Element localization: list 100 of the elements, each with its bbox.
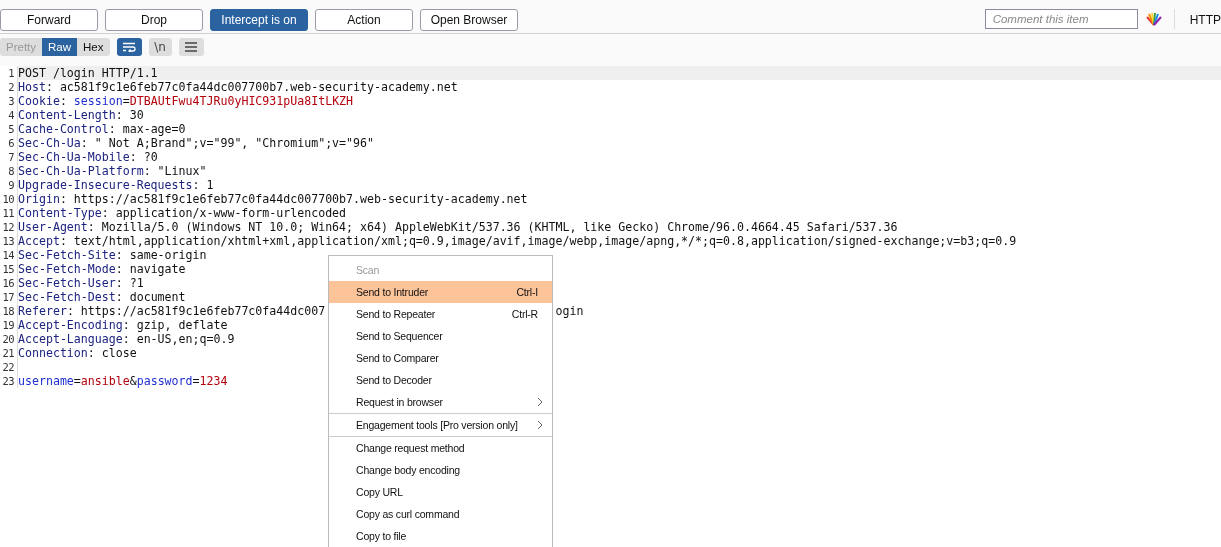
menu-item-label: Scan bbox=[356, 264, 381, 276]
code-text: : application/x-www-form-urlencoded bbox=[101, 206, 347, 220]
menu-item-label: Change body encoding bbox=[356, 464, 461, 476]
menu-item[interactable]: Change body encoding bbox=[329, 459, 552, 481]
menu-item-label: Send to Repeater bbox=[356, 308, 437, 320]
shortcut-text: Ctrl-I bbox=[516, 286, 538, 298]
line-number: 19 bbox=[0, 318, 18, 332]
menu-item[interactable]: Copy as curl command bbox=[329, 503, 552, 525]
menu-item-label: Copy URL bbox=[356, 486, 404, 498]
code-text: : ac581f9c1e6feb77c0fa44dc007700b7.web-security-academy.net bbox=[45, 80, 458, 94]
menu-item-label: Copy as curl command bbox=[356, 508, 461, 520]
view-tab[interactable]: Raw bbox=[42, 37, 78, 56]
header-name: Sec-Fetch-User bbox=[18, 276, 116, 290]
header-name: User-Agent bbox=[18, 220, 88, 234]
menu-item[interactable]: Send to Intruder Ctrl-I bbox=[329, 281, 552, 303]
param-value: 1234 bbox=[199, 374, 228, 388]
menu-button[interactable] bbox=[178, 37, 204, 56]
header-name: Accept bbox=[18, 234, 60, 248]
menu-item[interactable]: Send to Decoder bbox=[329, 369, 552, 391]
toolbar-button[interactable]: Open Browser bbox=[420, 9, 518, 31]
line-number: 18 bbox=[0, 304, 18, 318]
rainbow-fan-icon[interactable] bbox=[1144, 12, 1163, 26]
header-name: Host bbox=[18, 80, 46, 94]
header-name: Sec-Fetch-Mode bbox=[18, 262, 116, 276]
param-value: ansible bbox=[80, 374, 130, 388]
code-text: : https://ac581f9c1e6feb77c0fa44dc007700b7.web-security-academy.net bbox=[59, 192, 528, 206]
menu-item-label: Request in browser bbox=[356, 396, 444, 408]
line-number: 11 bbox=[0, 206, 18, 220]
code-text: ogin bbox=[555, 304, 584, 318]
code-text: : ?0 bbox=[129, 150, 158, 164]
line-number: 14 bbox=[0, 248, 18, 262]
wrap-toggle[interactable] bbox=[116, 37, 142, 56]
line-number: 20 bbox=[0, 332, 18, 346]
code-text: : Mozilla/5.0 (Windows NT 10.0; Win64; x64) AppleWebKit/537.36 (KHTML, like Gecko) Chrome/96.0.4664.45 Safari/537.36 bbox=[87, 220, 898, 234]
code-text: : max-age=0 bbox=[108, 122, 186, 136]
header-name: Upgrade-Insecure-Requests bbox=[18, 178, 193, 192]
header-name: Cache-Control bbox=[18, 122, 109, 136]
line-number: 23 bbox=[0, 374, 18, 388]
header-name: Referer bbox=[18, 304, 67, 318]
code-text: : https://ac581f9c1e6feb77c0fa44dc007 bbox=[66, 304, 326, 318]
code-text: : text/html,application/xhtml+xml,application/xml;q=0.9,image/avif,image/webp,image/apng,*/*;q=0.8,application/signed-exchange;v=b3;q=0.9 bbox=[59, 234, 1017, 248]
menu-item[interactable]: Send to Sequencer bbox=[329, 325, 552, 347]
menu-item[interactable]: Engagement tools [Pro version only] bbox=[329, 414, 552, 436]
param-value: DTBAUtFwu4TJRu0yHIC931pUa8ItLKZH bbox=[129, 94, 354, 108]
line-number: 10 bbox=[0, 192, 18, 206]
menu-item[interactable]: Copy URL bbox=[329, 481, 552, 503]
tab-label[interactable]: HTTP bbox=[1189, 9, 1221, 31]
line-number: 21 bbox=[0, 346, 18, 360]
code-text: : close bbox=[87, 346, 137, 360]
menu-item-label: Engagement tools [Pro version only] bbox=[356, 419, 519, 431]
menu-item-label: Change request method bbox=[356, 442, 466, 454]
menu-item[interactable]: Copy to file bbox=[329, 525, 552, 547]
code-text: & bbox=[129, 374, 137, 388]
menu-item-label: Send to Comparer bbox=[356, 352, 440, 364]
view-tab[interactable]: Hex bbox=[77, 37, 110, 56]
code-text: : 1 bbox=[192, 178, 214, 192]
header-name: Sec-Fetch-Dest bbox=[18, 290, 116, 304]
menu-item[interactable]: Send to Comparer bbox=[329, 347, 552, 369]
header-name: Origin bbox=[18, 192, 60, 206]
code-text: : ?1 bbox=[115, 276, 144, 290]
menu-item-label: Copy to file bbox=[356, 530, 408, 542]
header-name: Content-Type bbox=[18, 206, 102, 220]
header-name: Cookie bbox=[18, 94, 60, 108]
header-name: Connection bbox=[18, 346, 88, 360]
toolbar-button[interactable]: Intercept is on bbox=[210, 9, 308, 31]
code-text: : same-origin bbox=[115, 248, 207, 262]
code-text: : gzip, deflate bbox=[122, 318, 228, 332]
param-name: username bbox=[18, 374, 74, 388]
header-name: Sec-Ch-Ua-Mobile bbox=[18, 150, 130, 164]
code-text: : navigate bbox=[115, 262, 186, 276]
line-number: 12 bbox=[0, 220, 18, 234]
code-text: : "Linux" bbox=[143, 164, 207, 178]
shortcut-text: Ctrl-R bbox=[511, 308, 538, 320]
code-text: : document bbox=[115, 290, 186, 304]
code-text: = bbox=[122, 94, 130, 108]
toolbar-button[interactable]: Drop bbox=[105, 9, 203, 31]
toolbar-button[interactable]: Forward bbox=[0, 9, 98, 31]
wrap-lines-icon[interactable] bbox=[122, 41, 136, 52]
line-number: 1 bbox=[0, 66, 18, 80]
menu-item-label: Send to Intruder bbox=[356, 286, 430, 298]
toolbar-button[interactable]: Action bbox=[315, 9, 413, 31]
line-number: 16 bbox=[0, 276, 18, 290]
line-number: 17 bbox=[0, 290, 18, 304]
line-number: 22 bbox=[0, 360, 18, 374]
menu-item-label: Send to Sequencer bbox=[356, 330, 444, 342]
newline-toggle[interactable]: \n bbox=[148, 37, 172, 56]
line-number: 13 bbox=[0, 234, 18, 248]
param-name: password bbox=[136, 374, 193, 388]
menu-item[interactable]: Send to Repeater Ctrl-R bbox=[329, 303, 552, 325]
code-text: = bbox=[192, 374, 200, 388]
comment-field[interactable]: Comment this item bbox=[984, 9, 1138, 29]
code-text: : en-US,en;q=0.9 bbox=[122, 332, 235, 346]
code-text: POST /login HTTP/1.1 bbox=[18, 66, 158, 80]
menu-item[interactable]: Request in browser bbox=[329, 391, 552, 413]
header-name: Accept-Encoding bbox=[18, 318, 123, 332]
header-name: Sec-Ch-Ua bbox=[18, 136, 81, 150]
code-text: : " Not A;Brand";v="99", "Chromium";v="96" bbox=[80, 136, 374, 150]
code-text: : 30 bbox=[115, 108, 144, 122]
menu-item[interactable]: Change request method bbox=[329, 437, 552, 459]
menu-icon[interactable] bbox=[185, 41, 197, 52]
